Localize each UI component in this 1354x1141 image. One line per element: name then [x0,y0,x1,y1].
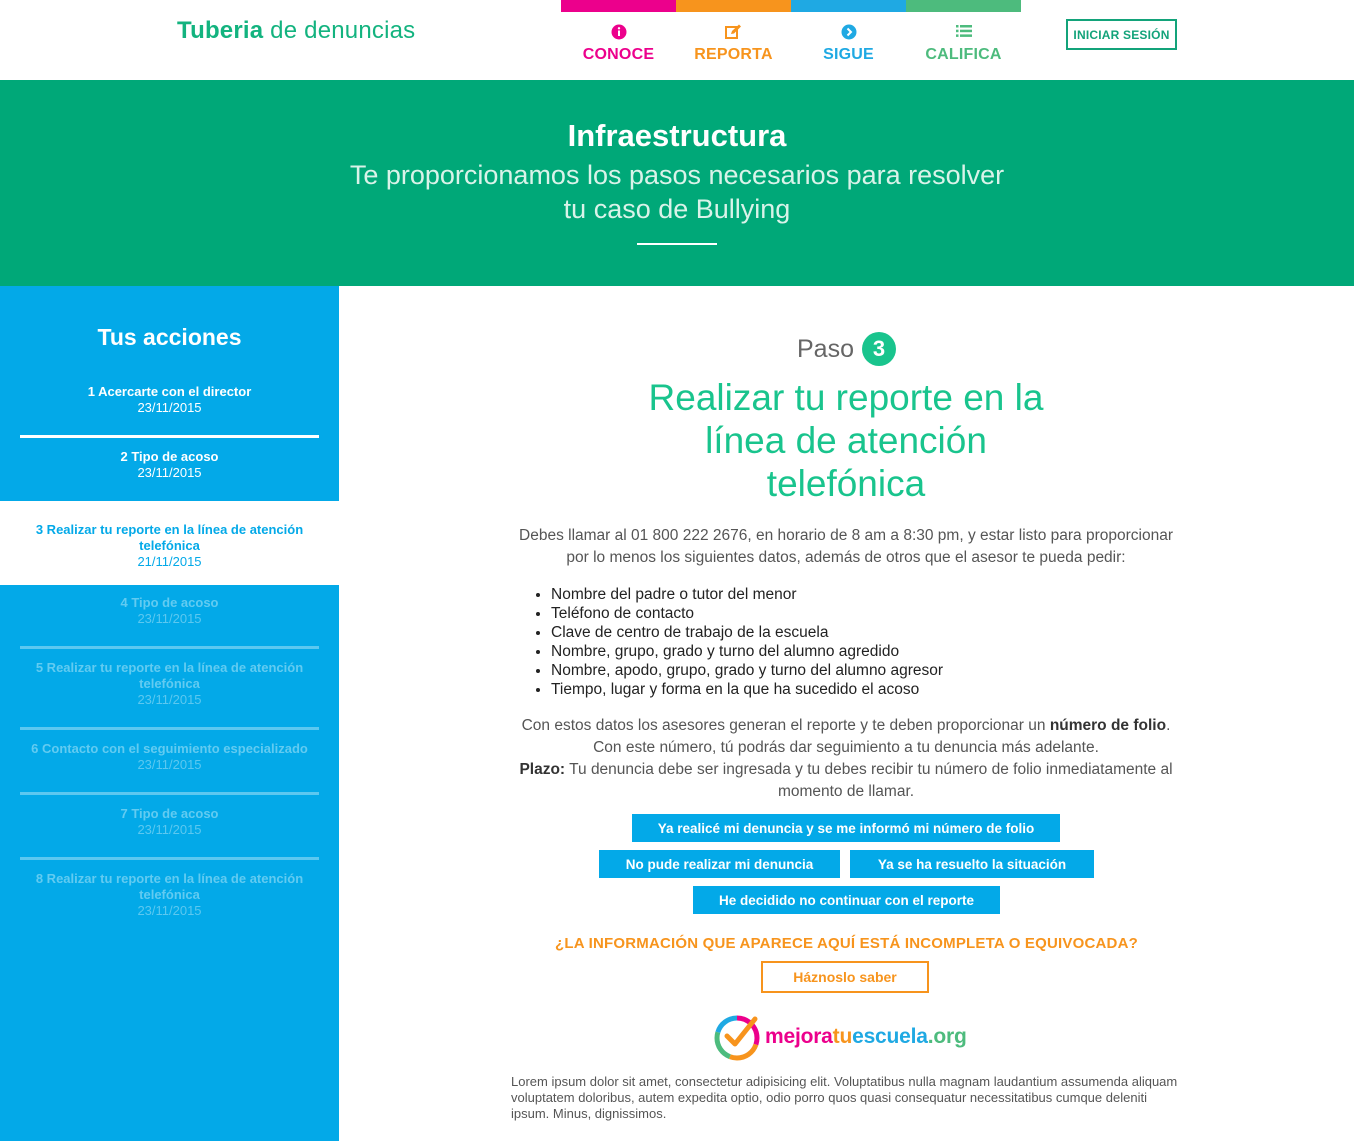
sidebar-divider [20,792,319,795]
action-date: 23/11/2015 [137,611,202,626]
list-item: Tiempo, lugar y forma en la que ha suced… [551,680,943,699]
stop-report-button[interactable]: He decidido no continuar con el reporte [693,886,1000,914]
chevron-right-icon [791,24,906,42]
nav-conoce-bar [561,0,676,12]
action-date: 23/11/2015 [137,400,202,415]
could-not-report-button[interactable]: No pude realizar mi denuncia [599,850,840,878]
reported-folio-button[interactable]: Ya realicé mi denuncia y se me informó m… [632,814,1060,842]
actions-sidebar: Tus acciones 1 Acercarte con el director… [0,286,339,1141]
sidebar-divider [20,727,319,730]
step-intro: Debes llamar al 01 800 222 2676, en hora… [519,527,1173,566]
page-subtitle: Te proporcionamos los pasos necesarios p… [349,160,1005,224]
action-title: 2 Tipo de acoso [120,449,219,464]
list-item: Nombre del padre o tutor del menor [551,585,943,604]
sidebar-divider [20,646,319,649]
resolved-button[interactable]: Ya se ha resuelto la situación [850,850,1094,878]
mejoratuescuela-logo[interactable]: mejoratuescuela.org [713,1013,983,1061]
nav-conoce[interactable]: CONOCE [561,0,676,80]
hero-banner: Infraestructura Te proporcionamos los pa… [0,80,1354,286]
incorrect-info-prompt: ¿LA INFORMACIÓN QUE APARECE AQUÍ ESTÁ IN… [555,935,1138,952]
site-brand[interactable]: Tuberia de denuncias [177,17,415,45]
nav-califica[interactable]: CALIFICA [906,0,1021,80]
logo-text: mejoratuescuela.org [765,1025,967,1048]
nav-reporta-label: REPORTA [694,46,773,63]
folio-info: Con estos datos los asesores generan el … [519,717,1173,800]
sidebar-action-7[interactable]: 7 Tipo de acoso 23/11/2015 [20,806,319,838]
sidebar-divider [20,435,319,438]
nav-califica-label: CALIFICA [925,46,1002,63]
action-date: 23/11/2015 [137,903,202,918]
site-header: Tuberia de denuncias CONOCE REPORTA SIGU… [0,0,1354,80]
sidebar-action-4[interactable]: 4 Tipo de acoso 23/11/2015 [20,595,319,627]
sidebar-action-8[interactable]: 8 Realizar tu reporte en la línea de ate… [30,871,309,919]
report-issue-button[interactable]: Háznoslo saber [761,961,929,993]
nav-reporta[interactable]: REPORTA [676,0,791,80]
main-nav: CONOCE REPORTA SIGUE CALIFICA [561,0,1021,80]
sidebar-title: Tus acciones [97,324,242,350]
sidebar-action-3-current[interactable]: 3 Realizar tu reporte en la línea de ate… [30,522,309,570]
list-icon [906,24,1021,42]
footer-text: Lorem ipsum dolor sit amet, consectetur … [511,1074,1178,1121]
action-date: 23/11/2015 [137,757,202,772]
step-content: Paso 3 Realizar tu reporte en la línea d… [339,286,1354,1141]
action-date: 23/11/2015 [137,822,202,837]
nav-sigue[interactable]: SIGUE [791,0,906,80]
folio-emphasis: número de folio [1049,717,1167,734]
sidebar-action-1[interactable]: 1 Acercarte con el director 23/11/2015 [20,384,319,416]
step-number-badge: 3 [861,332,896,366]
nav-conoce-label: CONOCE [582,46,655,63]
action-date: 23/11/2015 [137,692,202,707]
sidebar-action-2[interactable]: 2 Tipo de acoso 23/11/2015 [20,449,319,481]
sidebar-divider [20,857,319,860]
page-title: Infraestructura [567,118,787,153]
check-circle-logo-icon [714,1015,760,1061]
list-item: Nombre, grupo, grado y turno del alumno … [551,642,943,661]
login-button[interactable]: INICIAR SESIÓN [1066,19,1177,50]
required-data-list: Nombre del padre o tutor del menor Teléf… [551,585,943,699]
plazo-label: Plazo: [519,761,566,778]
nav-sigue-bar [791,0,906,12]
step-label: Paso [797,334,854,363]
list-item: Nombre, apodo, grupo, grado y turno del … [551,661,943,680]
info-icon [561,24,676,42]
edit-icon [676,24,791,42]
sidebar-action-5[interactable]: 5 Realizar tu reporte en la línea de ate… [30,660,309,708]
nav-sigue-label: SIGUE [823,46,874,63]
nav-reporta-bar [676,0,791,12]
action-title: 3 Realizar tu reporte en la línea de ate… [35,522,304,553]
step-indicator: Paso 3 [339,332,1354,366]
list-item: Clave de centro de trabajo de la escuela [551,623,943,642]
action-title: 4 Tipo de acoso [120,595,219,610]
sidebar-action-6[interactable]: 6 Contacto con el seguimiento especializ… [20,741,319,773]
action-title: 8 Realizar tu reporte en la línea de ate… [35,871,304,902]
action-title: 7 Tipo de acoso [120,806,219,821]
action-date: 23/11/2015 [137,465,202,480]
action-title: 1 Acercarte con el director [87,384,252,399]
hero-divider [637,243,717,245]
action-title: 5 Realizar tu reporte en la línea de ate… [35,660,304,691]
action-date: 21/11/2015 [137,554,202,569]
action-title: 6 Contacto con el seguimiento especializ… [31,741,308,756]
nav-califica-bar [906,0,1021,12]
list-item: Teléfono de contacto [551,604,943,623]
step-title: Realizar tu reporte en la línea de atenc… [648,377,1044,504]
